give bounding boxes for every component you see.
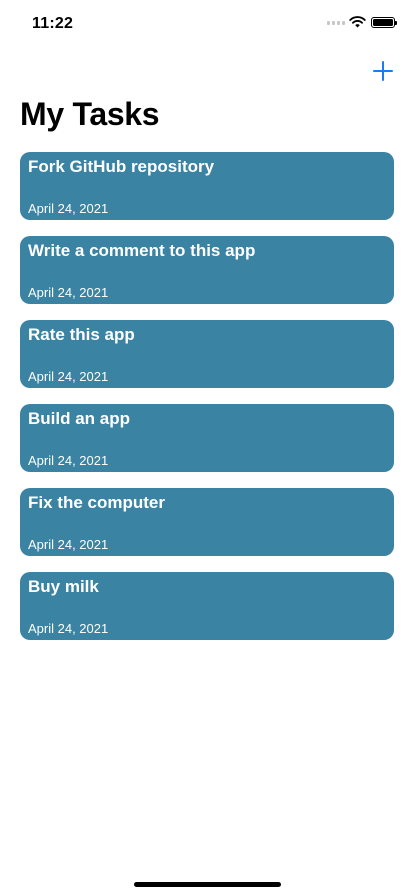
task-title: Build an app bbox=[28, 409, 130, 428]
task-date: April 24, 2021 bbox=[28, 621, 109, 636]
cellular-signal-icon bbox=[327, 21, 345, 25]
task-card[interactable]: Write a comment to this app April 24, 20… bbox=[20, 236, 394, 304]
task-card[interactable]: Fix the computer April 24, 2021 bbox=[20, 488, 394, 556]
task-card[interactable]: Build an app April 24, 2021 bbox=[20, 404, 394, 472]
wifi-icon bbox=[349, 16, 366, 28]
task-card[interactable]: Rate this app April 24, 2021 bbox=[20, 320, 394, 388]
home-indicator[interactable] bbox=[134, 882, 281, 887]
task-list: Fork GitHub repository April 24, 2021 Wr… bbox=[20, 152, 394, 640]
page-title: My Tasks bbox=[20, 96, 160, 132]
task-date: April 24, 2021 bbox=[28, 537, 109, 552]
task-card[interactable]: Buy milk April 24, 2021 bbox=[20, 572, 394, 640]
task-title: Rate this app bbox=[28, 325, 135, 344]
task-date: April 24, 2021 bbox=[28, 285, 109, 300]
status-time: 11:22 bbox=[32, 15, 74, 32]
task-date: April 24, 2021 bbox=[28, 453, 109, 468]
battery-icon bbox=[371, 17, 397, 28]
task-date: April 24, 2021 bbox=[28, 201, 109, 216]
add-task-button[interactable] bbox=[372, 60, 394, 82]
task-title: Fix the computer bbox=[28, 493, 165, 512]
task-title: Fork GitHub repository bbox=[28, 157, 215, 176]
task-title: Write a comment to this app bbox=[28, 241, 256, 260]
task-date: April 24, 2021 bbox=[28, 369, 109, 384]
status-bar: 11:22 bbox=[0, 0, 414, 48]
task-card[interactable]: Fork GitHub repository April 24, 2021 bbox=[20, 152, 394, 220]
task-title: Buy milk bbox=[28, 577, 99, 596]
